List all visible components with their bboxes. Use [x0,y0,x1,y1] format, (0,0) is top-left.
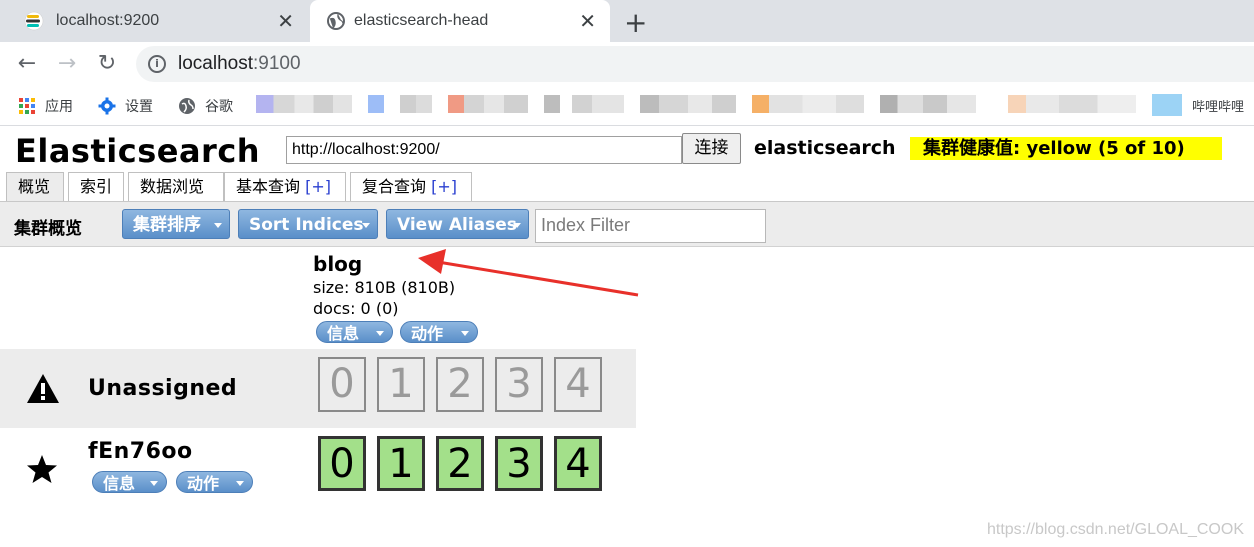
annotation-arrow-icon [418,249,639,297]
watermark: https://blog.csdn.net/GLOAL_COOK [986,521,1244,538]
